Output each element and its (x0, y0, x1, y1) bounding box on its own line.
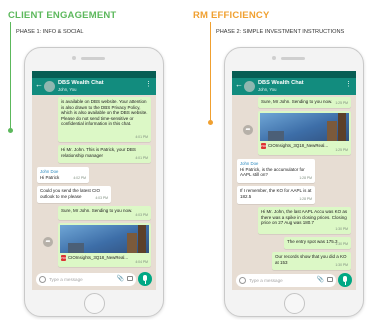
message-time: 1:28 PM (299, 197, 312, 202)
message-text: Sure, Mr John. Sending to you now. (61, 208, 133, 213)
message-time: 4:04 PM (135, 260, 148, 265)
section-heading: RM EFFICIENCY (193, 10, 270, 21)
message-bubble: The entry spot was 175.3 1:30 PM (284, 237, 351, 249)
document-thumbnail (260, 113, 349, 141)
status-bar (32, 71, 156, 78)
message-time: 1:28 PM (299, 176, 312, 181)
input-placeholder: Type a message (49, 276, 83, 282)
message-time: 4:02 PM (73, 176, 86, 181)
message-text: Could you send the latest CIO outlook to… (40, 188, 101, 199)
message-bubble: If I remember, the KO for AAPL is at 182… (237, 186, 315, 204)
phase-label: PHASE 2: SIMPLE INVESTMENT INSTRUCTIONS (216, 29, 345, 35)
message-bubble: Our records show that you did a KO at 15… (272, 252, 351, 270)
message-time: 1:25 PM (335, 101, 348, 106)
thumbnail-shape (338, 113, 346, 141)
thumbnail-shape (68, 243, 84, 253)
attach-icon[interactable]: 📎 (117, 275, 124, 282)
message-bubble: Could you send the latest CIO outlook to… (37, 186, 111, 203)
message-text: Hi Patrick, is the accumulator for AAPL … (240, 166, 305, 178)
more-vert-icon[interactable]: ⋮ (345, 81, 352, 88)
message-text: is available on DBS website. Your attent… (61, 99, 148, 127)
front-camera (72, 56, 76, 60)
timeline-line (10, 22, 11, 130)
thumbnail-shape (268, 131, 284, 141)
back-arrow-icon[interactable]: ← (35, 80, 43, 90)
message-time: 1:30 PM (335, 227, 348, 232)
mic-button[interactable] (338, 273, 352, 287)
message-input[interactable]: Type a message 📎 (236, 274, 336, 287)
message-time: 1:25 PM (335, 148, 348, 153)
chat-participants: John, You (58, 87, 77, 92)
message-bubble: Sure, Mr John. Sending to you now. 1:25 … (258, 97, 351, 108)
message-time: 4:03 PM (95, 196, 108, 201)
message-bubble: is available on DBS website. Your attent… (58, 97, 151, 142)
forward-icon[interactable]: ➦ (243, 125, 253, 135)
message-time: 1:30 PM (335, 242, 348, 247)
speaker (281, 57, 305, 60)
back-arrow-icon[interactable]: ← (235, 80, 243, 90)
more-vert-icon[interactable]: ⋮ (145, 81, 152, 88)
phase-label: PHASE 1: INFO & SOCIAL (16, 29, 84, 35)
home-button[interactable] (84, 293, 105, 314)
message-bubble: Hi Mr. John. This is Patrick, your DBS r… (58, 145, 151, 163)
file-name: PDFCIOInsights_3Q18_NewReal... (61, 255, 129, 261)
message-text: Sure, Mr John. Sending to you now. (261, 99, 333, 104)
message-time: 4:03 PM (135, 213, 148, 218)
emoji-icon[interactable] (39, 276, 46, 283)
mic-icon (344, 282, 346, 285)
file-name: PDFCIOInsights_3Q18_NewReal... (261, 143, 329, 149)
message-bubble: John Doe Hi Patrick, is the accumulator … (237, 159, 315, 183)
timeline-dot (8, 128, 13, 133)
speaker (81, 57, 105, 60)
forward-icon[interactable]: ➦ (43, 237, 53, 247)
message-bubble: Hi Mr. John, the last AAPL Accu was KO a… (258, 207, 351, 234)
message-input[interactable]: Type a message 📎 (36, 273, 136, 286)
home-button[interactable] (284, 293, 305, 314)
phone-frame: ← DBS Wealth Chat John, You ⋮ Sure, Mr J… (224, 47, 364, 317)
document-thumbnail (60, 225, 149, 253)
mic-button[interactable] (138, 272, 152, 286)
thumbnail-shape (138, 225, 146, 253)
camera-icon[interactable] (127, 276, 133, 281)
avatar[interactable] (244, 81, 255, 92)
file-attachment[interactable]: PDFCIOInsights_3Q18_NewReal... 4:04 PM (58, 223, 151, 267)
message-bubble: John Doe Hi Patrick 4:02 PM (37, 167, 89, 183)
phone-frame: ← DBS Wealth Chat John, You ⋮ is availab… (24, 47, 164, 317)
timeline-line (210, 22, 211, 122)
mic-icon (144, 281, 146, 284)
emoji-icon[interactable] (239, 277, 246, 284)
message-text: The entry spot was 175.3 (287, 239, 338, 244)
chat-screen: ← DBS Wealth Chat John, You ⋮ is availab… (32, 71, 156, 290)
message-time: 4:01 PM (135, 156, 148, 161)
chat-header: ← DBS Wealth Chat John, You ⋮ (232, 78, 356, 95)
message-text: Hi Patrick (40, 174, 60, 180)
message-time: 1:30 PM (335, 263, 348, 268)
message-bubble: Sure, Mr John. Sending to you now. 4:03 … (58, 206, 151, 220)
thumbnail-shape (327, 121, 337, 141)
attach-icon[interactable]: 📎 (317, 276, 324, 283)
chat-title: DBS Wealth Chat (58, 80, 104, 86)
message-time: 4:01 PM (135, 135, 148, 140)
timeline-dot (208, 120, 213, 125)
chat-participants: John, You (258, 87, 277, 92)
pdf-icon: PDF (261, 143, 267, 149)
chat-title: DBS Wealth Chat (258, 80, 304, 86)
section-heading: CLIENT ENGAGEMENT (8, 10, 117, 21)
thumbnail-shape (127, 233, 137, 253)
status-bar (232, 71, 356, 78)
camera-icon[interactable] (327, 277, 333, 282)
input-placeholder: Type a message (249, 277, 283, 283)
chat-header: ← DBS Wealth Chat John, You ⋮ (32, 78, 156, 95)
message-text: Hi Mr. John. This is Patrick, your DBS r… (61, 147, 136, 158)
avatar[interactable] (44, 81, 55, 92)
chat-screen: ← DBS Wealth Chat John, You ⋮ Sure, Mr J… (232, 71, 356, 290)
file-attachment[interactable]: PDFCIOInsights_3Q18_NewReal... 1:25 PM (258, 111, 351, 155)
front-camera (272, 56, 276, 60)
pdf-icon: PDF (61, 255, 67, 261)
message-text: Hi Mr. John, the last AAPL Accu was KO a… (261, 209, 348, 226)
